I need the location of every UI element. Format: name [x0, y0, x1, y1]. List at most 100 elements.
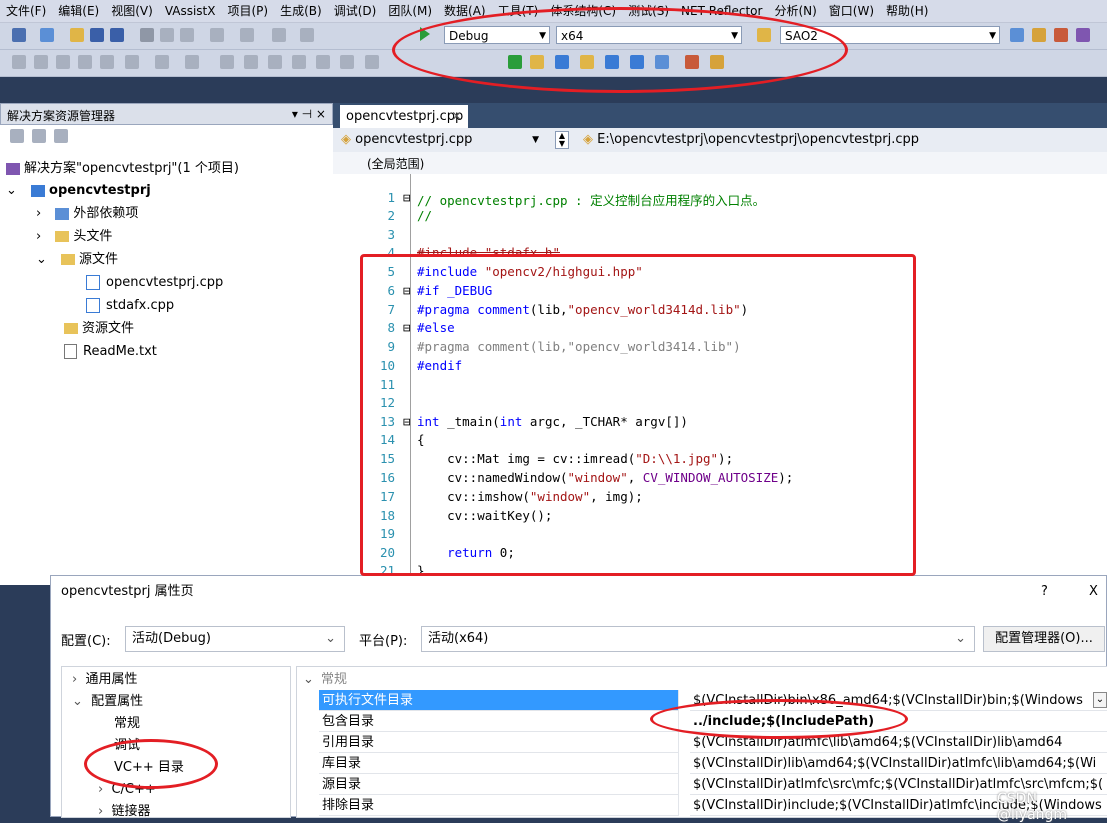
view-class-diagram-icon[interactable]: [54, 129, 68, 143]
prev-bookmark-icon[interactable]: [244, 55, 258, 69]
menu-view[interactable]: 视图(V): [105, 0, 159, 22]
object-browser-icon[interactable]: [1076, 28, 1090, 42]
menu-file[interactable]: 文件(F): [0, 0, 52, 22]
menu-build[interactable]: 生成(B): [274, 0, 328, 22]
menu-debug[interactable]: 调试(D): [328, 0, 383, 22]
solution-explorer-icon[interactable]: [1010, 28, 1024, 42]
undo-icon[interactable]: [210, 28, 224, 42]
uncomment-icon[interactable]: [185, 55, 199, 69]
property-row[interactable]: 源目录 $(VCInstallDir)atlmfc\src\mfc;$(VCIn…: [297, 774, 1107, 795]
property-row[interactable]: 库目录 $(VCInstallDir)lib\amd64;$(VCInstall…: [297, 753, 1107, 774]
solution-node[interactable]: 解决方案"opencvtestprj"(1 个项目): [6, 158, 239, 180]
menu-vassistx[interactable]: VAssistX: [159, 0, 222, 22]
properties-icon[interactable]: [10, 129, 24, 143]
property-value[interactable]: $(VCInstallDir)lib\amd64;$(VCInstallDir)…: [690, 753, 1107, 774]
cpp-file-icon: [86, 275, 100, 290]
menu-help[interactable]: 帮助(H): [880, 0, 934, 22]
copy-icon[interactable]: [160, 28, 174, 42]
close-tab-icon[interactable]: ×: [451, 105, 462, 128]
type-dropdown[interactable]: ◈ opencvtestprj.cpp ▼: [341, 131, 553, 149]
split-view-button[interactable]: ▲ ▼: [555, 131, 569, 149]
redo-icon[interactable]: [240, 28, 254, 42]
tree-item-label: stdafx.cpp: [106, 298, 175, 313]
display-members-icon[interactable]: [12, 55, 26, 69]
collapse-icon[interactable]: ⊟: [403, 190, 411, 205]
tree-item-label: 链接器: [111, 804, 151, 817]
cut-icon[interactable]: [140, 28, 154, 42]
menu-edit[interactable]: 编辑(E): [52, 0, 105, 22]
toolbar-options-icon[interactable]: [365, 55, 379, 69]
property-name: 排除目录: [319, 795, 679, 816]
indent-icon[interactable]: [125, 55, 139, 69]
config-select[interactable]: 活动(Debug) ⌄: [125, 626, 345, 652]
code-line-1: // opencvtestprj.cpp : 定义控制台应用程序的入口点。: [417, 193, 766, 208]
clear-bookmarks-icon[interactable]: [340, 55, 354, 69]
tree-item-config-properties[interactable]: ⌄ 配置属性: [72, 691, 143, 713]
comment-icon[interactable]: [155, 55, 169, 69]
tab-opencvtestprj-cpp[interactable]: opencvtestprj.cpp ×: [340, 105, 468, 128]
property-pages-dialog: opencvtestprj 属性页 ? X 配置(C): 活动(Debug) ⌄ …: [50, 575, 1107, 823]
chevron-down-icon: ⌄: [72, 694, 83, 709]
navigate-backward-icon[interactable]: [272, 28, 286, 42]
tree-item-common-properties[interactable]: › 通用属性: [72, 669, 137, 691]
tree-item-linker[interactable]: › 链接器: [98, 801, 150, 817]
toolbox-icon[interactable]: [1054, 28, 1068, 42]
dialog-title: opencvtestprj 属性页: [61, 584, 194, 599]
file-icon: ◈: [583, 132, 593, 147]
chevron-down-icon[interactable]: ⌄: [1093, 692, 1107, 708]
project-node[interactable]: ⌄ opencvtestprj: [6, 180, 151, 202]
paste-icon[interactable]: [180, 28, 194, 42]
prev-bookmark-folder-icon[interactable]: [292, 55, 306, 69]
property-row[interactable]: 排除目录 $(VCInstallDir)include;$(VCInstallD…: [297, 795, 1107, 816]
new-project-icon[interactable]: [12, 28, 26, 42]
tree-item-header-files[interactable]: › 头文件: [36, 226, 112, 248]
external-dependencies-icon: [55, 207, 70, 220]
section-label: 常规: [321, 672, 348, 687]
watermark: CSDN @liyangm: [997, 791, 1068, 823]
tree-item-label: opencvtestprj.cpp: [106, 275, 224, 290]
tree-item-resource-files[interactable]: 资源文件: [64, 318, 134, 340]
properties-icon[interactable]: [1032, 28, 1046, 42]
solution-label: 解决方案"opencvtestprj"(1 个项目): [24, 161, 239, 176]
bookmark-icon[interactable]: [220, 55, 234, 69]
annotation-include-dir-ellipse: [650, 699, 908, 739]
next-bookmark-icon[interactable]: [268, 55, 282, 69]
chevron-down-icon: ▼: [532, 135, 539, 145]
menu-window[interactable]: 窗口(W): [823, 0, 880, 22]
help-button[interactable]: ?: [1041, 576, 1048, 608]
platform-select[interactable]: 活动(x64) ⌄: [421, 626, 975, 652]
tree-item-stdafx-cpp[interactable]: stdafx.cpp: [86, 295, 174, 317]
scope-label[interactable]: (全局范围): [367, 155, 424, 172]
open-folder-icon[interactable]: [70, 28, 84, 42]
complete-word-icon[interactable]: [78, 55, 92, 69]
add-item-icon[interactable]: [40, 28, 54, 42]
annotation-code-box: [360, 254, 916, 576]
next-bookmark-folder-icon[interactable]: [316, 55, 330, 69]
platform-label: 平台(P):: [359, 634, 408, 649]
config-row: 配置(C): 活动(Debug) ⌄ 平台(P): 活动(x64) ⌄ 配置管理器(…: [51, 626, 1107, 654]
save-icon[interactable]: [90, 28, 104, 42]
section-header-general[interactable]: ⌄ 常规: [297, 669, 1107, 690]
config-manager-button[interactable]: 配置管理器(O)...: [983, 626, 1105, 652]
tree-item-opencvtestprj-cpp[interactable]: opencvtestprj.cpp: [86, 272, 223, 294]
menu-project[interactable]: 项目(P): [221, 0, 274, 22]
menu-team[interactable]: 团队(M): [382, 0, 438, 22]
member-dropdown[interactable]: ◈ E:\opencvtestprj\opencvtestprj\opencvt…: [583, 131, 1083, 149]
property-name: 源目录: [319, 774, 679, 795]
tree-item-source-files[interactable]: ⌄ 源文件: [36, 249, 118, 271]
quick-info-icon[interactable]: [56, 55, 70, 69]
outdent-icon[interactable]: [100, 55, 114, 69]
parameter-info-icon[interactable]: [34, 55, 48, 69]
panel-pin-close-icon[interactable]: ▾ ⊣ ×: [292, 107, 326, 121]
tree-item-label: ReadMe.txt: [83, 344, 157, 359]
save-all-icon[interactable]: [110, 28, 124, 42]
property-name: 库目录: [319, 753, 679, 774]
tree-item-external-dependencies[interactable]: › 外部依赖项: [36, 203, 138, 225]
code-line-2: //: [417, 208, 433, 223]
solution-icon: [6, 162, 20, 175]
navigate-forward-icon[interactable]: [300, 28, 314, 42]
tree-item-general[interactable]: 常规: [114, 713, 140, 735]
tree-item-readme[interactable]: ReadMe.txt: [64, 341, 157, 363]
show-all-files-icon[interactable]: [32, 129, 46, 143]
close-dialog-button[interactable]: X: [1089, 576, 1098, 608]
